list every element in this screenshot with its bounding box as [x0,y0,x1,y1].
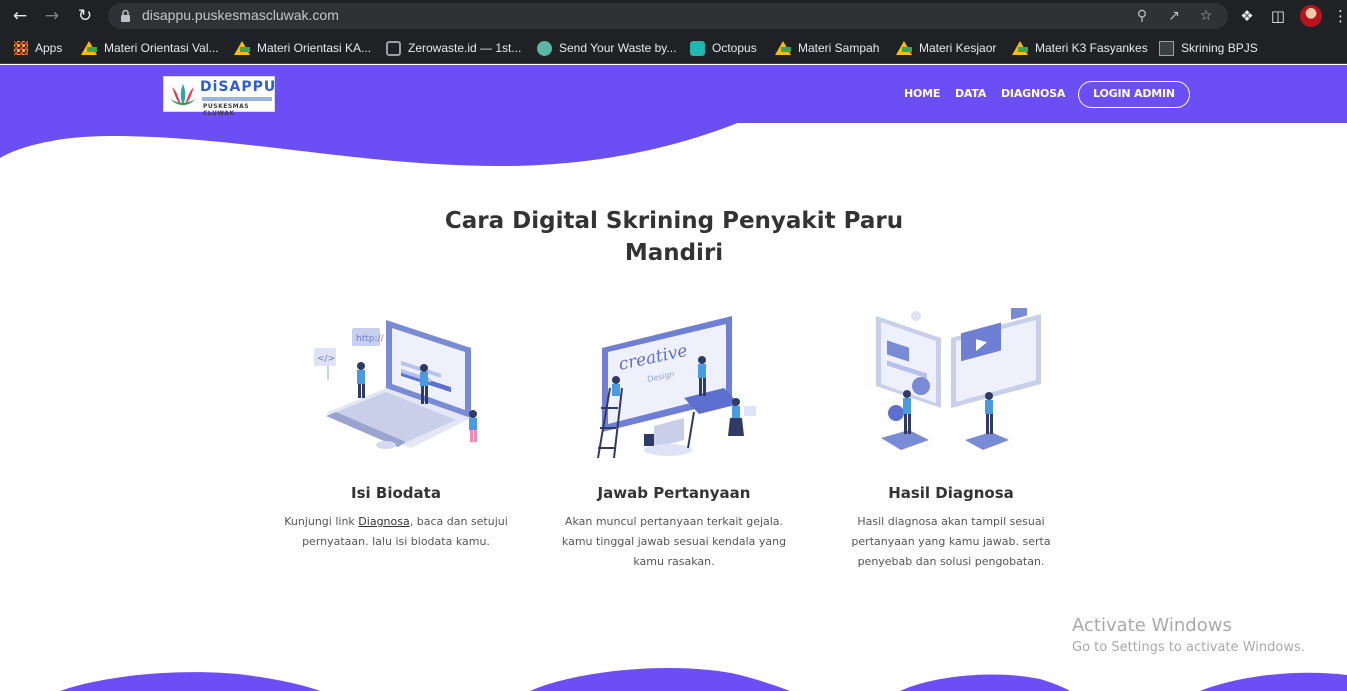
extensions-puzzle-icon[interactable]: ❖ [1237,6,1257,26]
share-icon[interactable]: ↗ [1164,6,1184,26]
bookmark-apps[interactable]: Apps [14,39,62,57]
zerowaste-icon [386,40,401,56]
lock-icon [121,9,130,22]
footer-wave [60,668,1347,691]
star-icon[interactable]: ☆ [1196,6,1216,26]
nav-diagnosa[interactable]: DIAGNOSA [1001,87,1065,100]
bookmark-item[interactable]: Materi Kesjaor [896,39,996,57]
step-description: Kunjungi link Diagnosa, baca dan setujui… [284,515,508,548]
logo-title: DiSAPPU [200,79,277,95]
menu-kebab-icon[interactable]: ⋮ [1333,6,1347,26]
activate-windows-watermark: Activate Windows Go to Settings to activ… [1072,615,1305,655]
back-arrow-icon[interactable]: ← [10,6,30,26]
forward-arrow-icon[interactable]: → [42,6,62,26]
page-icon [1159,40,1174,56]
google-drive-icon [896,41,912,55]
section-title: Cara Digital Skrining Penyakit Paru Mand… [444,208,904,266]
reload-icon[interactable]: ↻ [75,6,95,26]
bookmark-item[interactable]: Octopus [690,39,757,57]
bookmark-item[interactable]: Materi Orientasi KA... [234,39,371,57]
diagnosa-link[interactable]: Diagnosa [358,515,409,528]
site-header: DiSAPPU PUSKESMAS CLUWAK HOME DATA DIAGN… [0,65,1347,123]
svg-text:</>: </> [317,354,335,364]
waste-icon [537,40,552,56]
step-description: Hasil diagnosa akan tampil sesuai pertan… [851,515,1051,568]
apps-grid-icon [14,41,28,55]
nav-data[interactable]: DATA [955,87,986,100]
bookmark-item[interactable]: Zerowaste.id — 1st... [386,39,521,57]
creative-design-illustration: creative Design [597,316,756,459]
svg-text:http://: http:// [356,334,385,344]
bookmark-item[interactable]: Materi Sampah [775,39,879,57]
url-text: disappu.puskesmascluwak.com [142,7,339,23]
browser-toolbar: ← → ↻ disappu.puskesmascluwak.com ⚲ ↗ ☆ … [0,0,1347,32]
step-title: Jawab Pertanyaan [597,484,751,502]
dashboard-panels-illustration [876,308,1041,450]
nav-home[interactable]: HOME [904,87,940,100]
profile-avatar[interactable] [1300,5,1322,27]
bookmarks-bar: Apps Materi Orientasi Val... Materi Orie… [0,32,1347,64]
google-drive-icon [775,41,791,55]
google-drive-icon [81,41,97,55]
lungs-logo-icon [171,84,195,106]
laptop-illustration: http:// </> [314,320,477,449]
step-title: Isi Biodata [351,484,441,502]
step-description: Akan muncul pertanyaan terkait gejala. k… [561,515,787,568]
site-logo[interactable]: DiSAPPU PUSKESMAS CLUWAK [163,76,277,117]
side-panel-icon[interactable]: ◫ [1268,6,1288,26]
zoom-icon[interactable]: ⚲ [1132,6,1152,26]
step-title: Hasil Diagnosa [888,484,1014,502]
google-drive-icon [1012,41,1028,55]
header-wave [0,122,740,166]
google-drive-icon [234,41,250,55]
bookmark-item[interactable]: Materi Orientasi Val... [81,39,218,57]
bookmark-item[interactable]: Skrining BPJS [1159,39,1258,57]
logo-subtitle-bar [202,97,272,101]
address-bar[interactable]: disappu.puskesmascluwak.com ⚲ ↗ ☆ [108,3,1228,29]
bookmark-item[interactable]: Send Your Waste by... [537,39,676,57]
octopus-icon [690,40,705,56]
logo-tagline: PUSKESMAS CLUWAK [203,103,250,117]
login-admin-button[interactable]: LOGIN ADMIN [1078,81,1190,108]
bookmark-item[interactable]: Materi K3 Fasyankes [1012,39,1148,57]
